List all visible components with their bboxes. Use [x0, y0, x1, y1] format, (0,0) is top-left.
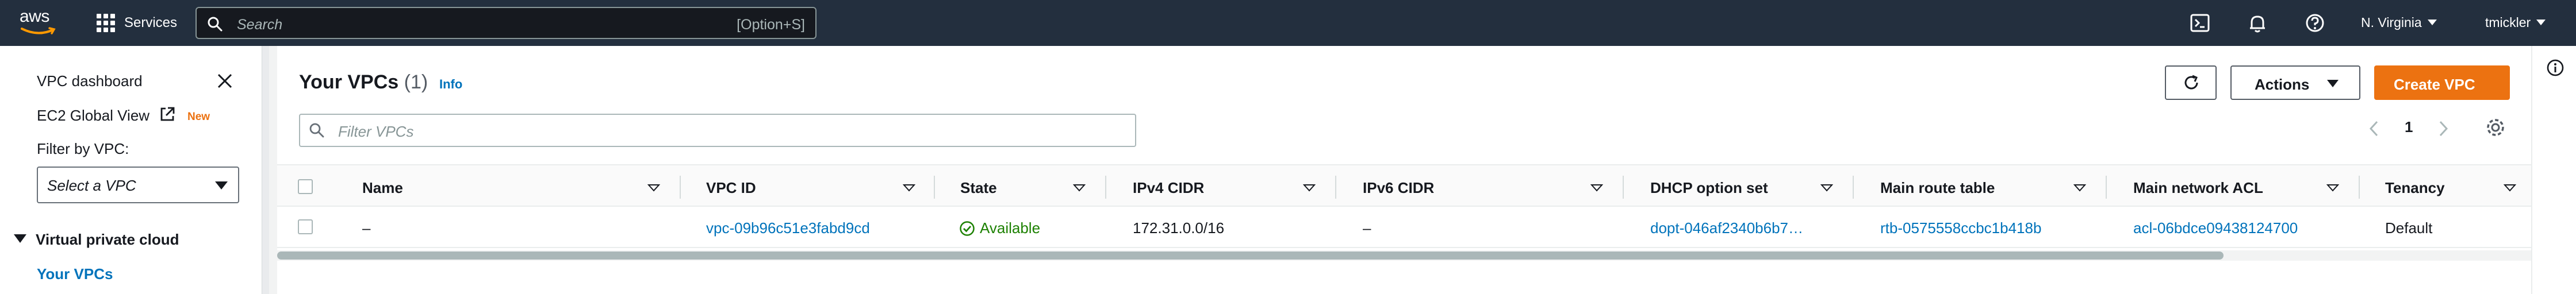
top-navigation: aws Services Search [Option+S] N. Virgin… [0, 0, 2576, 46]
sort-icon[interactable] [2326, 184, 2339, 192]
filter-placeholder: Filter VPCs [338, 123, 414, 140]
main-panel: Your VPCs (1) Info Actions Create VPC Fi… [277, 46, 2531, 294]
search-placeholder: Search [237, 17, 283, 33]
column-divider[interactable] [1335, 176, 1336, 199]
new-badge: New [187, 111, 210, 123]
sort-icon[interactable] [2504, 184, 2516, 192]
vpc-count: (1) [404, 71, 428, 93]
column-header-tenancy[interactable]: Tenancy [2385, 179, 2445, 197]
aws-logo[interactable]: aws [20, 7, 60, 40]
caret-down-icon [215, 181, 228, 189]
column-divider[interactable] [934, 176, 935, 199]
caret-down-icon [2327, 80, 2339, 87]
external-link-icon [160, 107, 175, 121]
column-header-main-network-acl[interactable]: Main network ACL [2133, 179, 2263, 197]
column-header-main-route-table[interactable]: Main route table [1880, 179, 1995, 197]
info-icon[interactable] [2546, 59, 2564, 77]
sort-icon[interactable] [1303, 184, 1316, 192]
cell-dhcp-link[interactable]: dopt-046af2340b6b7… [1650, 219, 1803, 237]
column-divider[interactable] [1623, 176, 1624, 199]
column-divider[interactable] [1105, 176, 1106, 199]
column-divider[interactable] [1853, 176, 1854, 199]
vpc-select-placeholder: Select a VPC [47, 177, 136, 194]
select-all-checkbox[interactable] [298, 179, 313, 194]
page-title: Your VPCs (1) [299, 71, 428, 94]
column-divider[interactable] [2106, 176, 2107, 199]
refresh-button[interactable] [2165, 65, 2217, 100]
search-icon [309, 123, 324, 138]
column-divider[interactable] [680, 176, 681, 199]
sort-icon[interactable] [1073, 184, 1086, 192]
check-circle-icon [960, 221, 975, 236]
cell-route-table-link[interactable]: rtb-0575558ccbc1b418b [1880, 219, 2041, 237]
section-expand-icon[interactable] [14, 234, 26, 243]
table-row[interactable]: – vpc-09b96c51e3fabd9cd Available 172.31… [277, 207, 2531, 248]
user-menu[interactable]: tmickler [2485, 15, 2546, 30]
actions-button[interactable]: Actions [2230, 65, 2360, 100]
table-header: Name VPC ID State IPv4 CIDR IPv6 CIDR DH… [277, 164, 2531, 207]
chevron-right-icon[interactable] [2435, 117, 2452, 140]
column-divider[interactable] [2359, 176, 2360, 199]
region-selector[interactable]: N. Virginia [2361, 15, 2437, 30]
services-menu[interactable]: Services [124, 15, 177, 31]
bell-icon[interactable] [2247, 13, 2268, 33]
cloudshell-icon[interactable] [2190, 13, 2210, 33]
sort-icon[interactable] [1820, 184, 1833, 192]
sort-icon[interactable] [903, 184, 915, 192]
help-icon[interactable] [2305, 13, 2325, 33]
cell-network-acl-link[interactable]: acl-06bdce09438124700 [2133, 219, 2298, 237]
sort-icon[interactable] [2073, 184, 2086, 192]
aws-smile-icon [21, 27, 56, 34]
aws-logo-text: aws [20, 7, 49, 26]
region-label: N. Virginia [2361, 15, 2422, 30]
search-shortcut: [Option+S] [737, 17, 805, 33]
sidebar-item-vpc-dashboard[interactable]: VPC dashboard [37, 72, 143, 90]
tools-panel-rail [2531, 46, 2576, 294]
sort-icon[interactable] [647, 184, 660, 192]
cell-tenancy: Default [2385, 219, 2433, 237]
create-vpc-button[interactable]: Create VPC [2374, 65, 2510, 100]
column-header-ipv4-cidr[interactable]: IPv4 CIDR [1133, 179, 1204, 197]
filter-by-vpc-label: Filter by VPC: [37, 140, 129, 157]
close-icon[interactable] [215, 71, 235, 91]
row-checkbox[interactable] [298, 219, 313, 234]
sidebar-resize-handle[interactable] [262, 46, 269, 294]
column-header-vpc-id[interactable]: VPC ID [706, 179, 756, 197]
cell-vpc-id-link[interactable]: vpc-09b96c51e3fabd9cd [706, 219, 870, 237]
cell-ipv4-cidr: 172.31.0.0/16 [1133, 219, 1225, 237]
sidebar-section-virtual-private-cloud[interactable]: Virtual private cloud [36, 231, 179, 249]
cell-name: – [362, 219, 371, 237]
sort-icon[interactable] [1590, 184, 1603, 192]
info-link[interactable]: Info [439, 77, 462, 92]
vpc-filter-select[interactable]: Select a VPC [37, 167, 239, 203]
page-number[interactable]: 1 [2405, 118, 2413, 136]
services-grid-icon[interactable] [97, 14, 115, 32]
column-header-dhcp-option-set[interactable]: DHCP option set [1650, 179, 1768, 197]
horizontal-scrollbar[interactable] [277, 252, 2224, 260]
actions-label: Actions [2255, 76, 2310, 93]
gear-icon[interactable] [2484, 116, 2507, 139]
chevron-left-icon[interactable] [2366, 117, 2383, 140]
chevron-down-icon [2427, 20, 2437, 25]
user-label: tmickler [2485, 15, 2531, 30]
filter-vpcs-input[interactable]: Filter VPCs [299, 114, 1136, 147]
search-icon [208, 17, 223, 32]
sidebar-item-your-vpcs[interactable]: Your VPCs [37, 265, 113, 283]
cell-ipv6-cidr: – [1363, 219, 1371, 237]
refresh-icon [2184, 75, 2198, 90]
sidebar-item-ec2-global-view[interactable]: EC2 Global View [37, 107, 150, 125]
page-title-text: Your VPCs [299, 71, 399, 93]
create-vpc-label: Create VPC [2394, 76, 2475, 93]
chevron-down-icon [2536, 20, 2546, 25]
column-header-name[interactable]: Name [362, 179, 403, 197]
cell-state: Available [980, 219, 1041, 237]
search-input[interactable]: Search [Option+S] [195, 7, 816, 39]
column-header-ipv6-cidr[interactable]: IPv6 CIDR [1363, 179, 1434, 197]
column-header-state[interactable]: State [960, 179, 997, 197]
